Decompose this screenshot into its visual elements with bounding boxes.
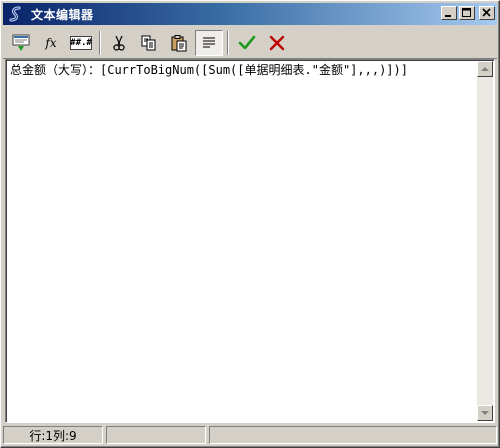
- vertical-scrollbar[interactable]: [477, 61, 493, 421]
- paste-button[interactable]: [165, 30, 193, 56]
- copy-icon: [141, 35, 156, 50]
- copy-button[interactable]: [135, 30, 163, 56]
- toolbar: fx ##.#: [3, 27, 497, 59]
- wrap-lines-icon: [203, 37, 215, 47]
- close-button[interactable]: [479, 6, 495, 20]
- fx-icon: fx: [45, 35, 57, 50]
- scroll-up-button[interactable]: [477, 61, 493, 77]
- status-bar: 行:1列:9: [3, 425, 497, 445]
- window-title: 文本编辑器: [31, 7, 94, 22]
- maximize-button[interactable]: [459, 6, 475, 20]
- word-wrap-button[interactable]: [195, 29, 223, 56]
- cut-button[interactable]: [105, 30, 133, 56]
- function-button[interactable]: fx: [37, 30, 65, 56]
- text-editor-window: 文本编辑器 fx ##.# 总金额（大写）：[CurrToBigNum([Sum…: [0, 0, 500, 448]
- arrow-down-icon: [481, 411, 489, 415]
- app-logo-icon: [7, 5, 25, 23]
- minimize-icon: [445, 15, 451, 17]
- minimize-button[interactable]: [441, 6, 457, 20]
- check-icon: [238, 35, 256, 49]
- cursor-position: 行:1列:9: [3, 426, 103, 444]
- toolbar-separator: [99, 30, 101, 55]
- editor-content[interactable]: 总金额（大写）：[CurrToBigNum([Sum([单据明细表."金额"],…: [10, 62, 474, 78]
- paste-icon: [171, 34, 187, 51]
- insert-field-button[interactable]: [7, 30, 35, 56]
- toolbar-separator: [227, 30, 229, 55]
- format-icon: ##.#: [70, 35, 92, 50]
- scroll-down-button[interactable]: [477, 405, 493, 421]
- window-controls: [441, 6, 495, 20]
- text-editor-area[interactable]: 总金额（大写）：[CurrToBigNum([Sum([单据明细表."金额"],…: [5, 59, 495, 423]
- ok-button[interactable]: [233, 30, 261, 56]
- maximize-icon: [462, 8, 471, 17]
- cancel-button[interactable]: [263, 30, 291, 56]
- status-panel-2: [106, 426, 206, 444]
- format-button[interactable]: ##.#: [67, 30, 95, 56]
- arrow-up-icon: [481, 67, 489, 71]
- close-icon: [482, 8, 491, 17]
- status-panel-3: [209, 426, 497, 444]
- title-bar[interactable]: 文本编辑器: [3, 3, 497, 25]
- scissors-icon: [113, 35, 125, 51]
- x-icon: [269, 35, 285, 50]
- insert-field-icon: [12, 34, 30, 51]
